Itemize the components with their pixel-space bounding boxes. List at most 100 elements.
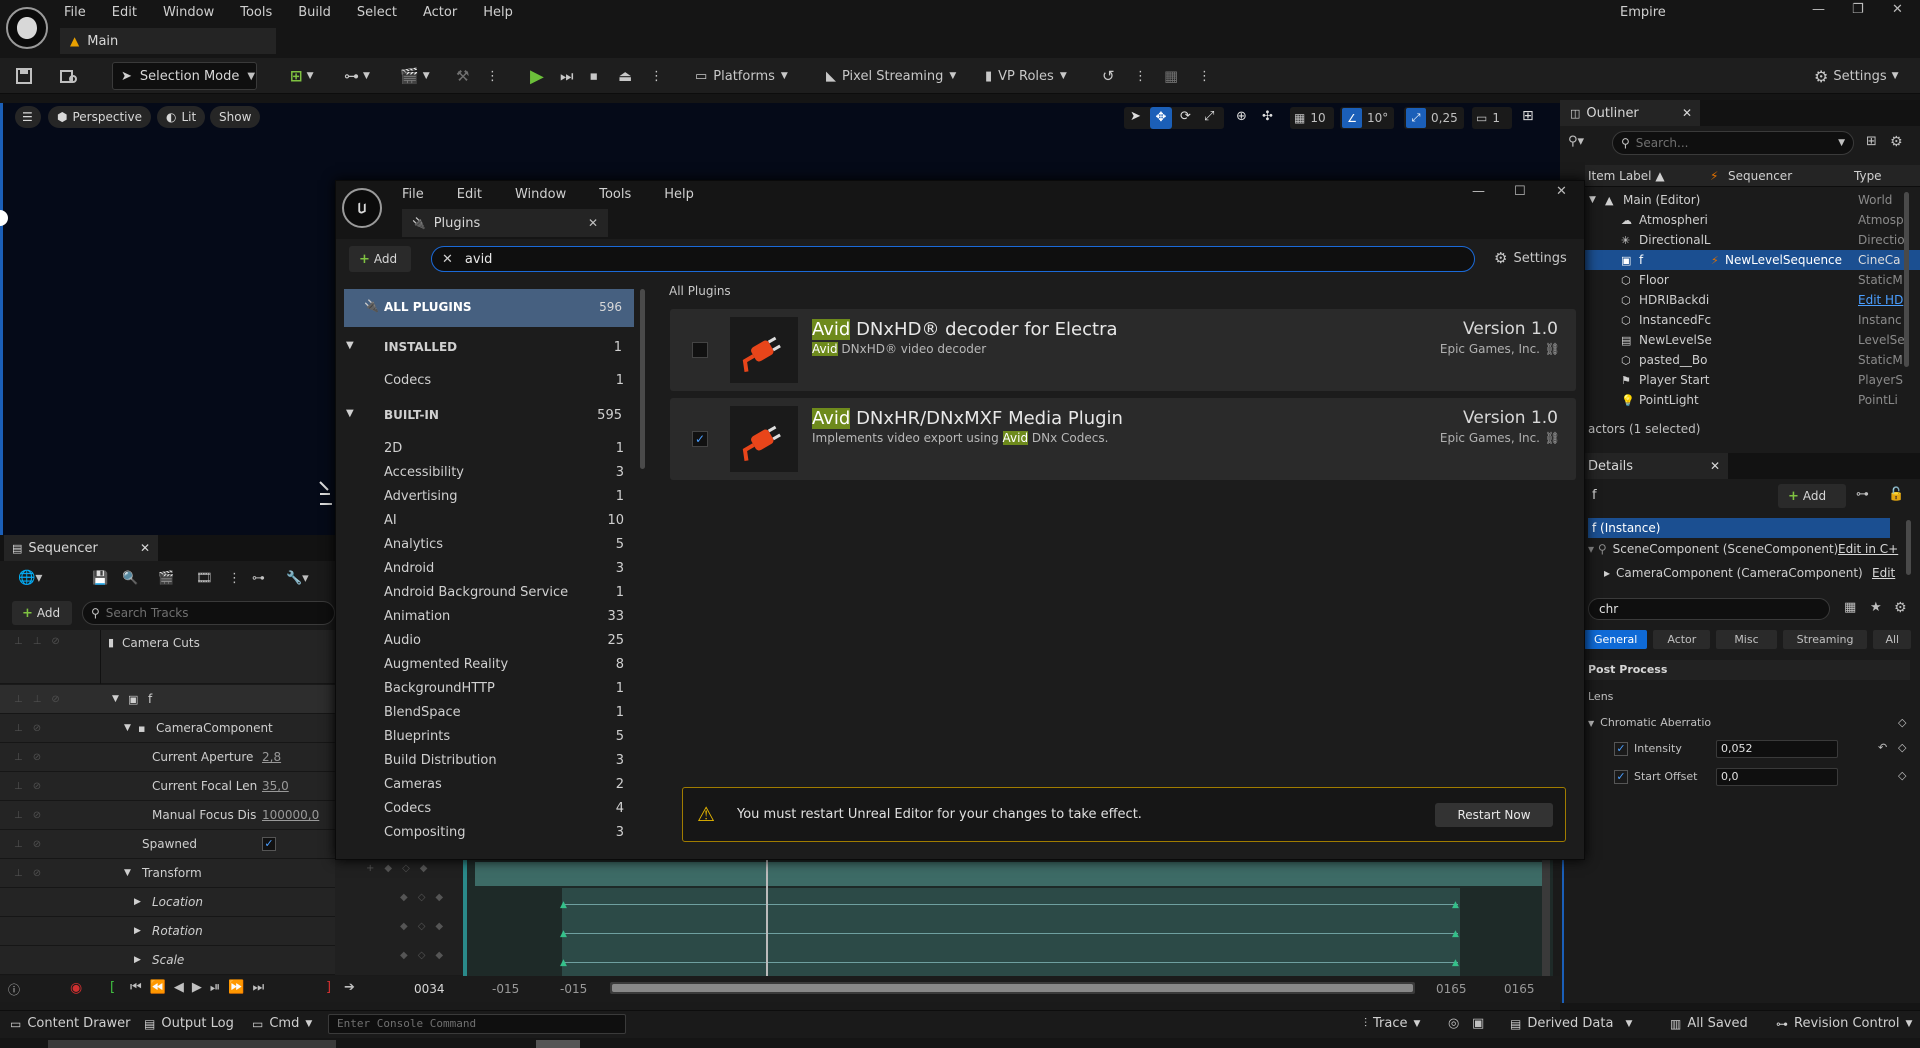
outliner-row[interactable]: ▤ NewLevelSe LevelSe	[1585, 330, 1920, 350]
category-item[interactable]: Blueprints 5	[384, 729, 624, 751]
timeline-range-thumb[interactable]	[612, 984, 1413, 992]
world-icon[interactable]: 🌐▾	[18, 570, 42, 586]
category-item[interactable]: Animation 33	[384, 609, 624, 631]
reset-icon[interactable]: ↶	[1878, 741, 1887, 754]
track-camera-cuts[interactable]: ⊥⊥⊘ ▮ Camera Cuts	[0, 630, 335, 684]
close-window-icon[interactable]: ✕	[1892, 2, 1903, 17]
track-transform[interactable]: ⊥⊘ ▼ Transform	[0, 859, 335, 888]
keyframe-marker[interactable]: ▲	[1452, 900, 1459, 910]
keyframe-marker[interactable]: ▲	[560, 900, 567, 910]
filter-icon[interactable]: ⚲▾	[1568, 134, 1584, 149]
plugins-search-input[interactable]: ✕ avid	[431, 246, 1475, 272]
horizontal-scrollbar-thumb[interactable]	[536, 1040, 580, 1048]
more-options-icon[interactable]: ⋮	[228, 571, 241, 586]
grid-snap-button[interactable]: ▦ 10	[1290, 107, 1334, 129]
outliner-row[interactable]: ▼ ▲ Main (Editor) World	[1585, 190, 1920, 210]
horizontal-scrollbar[interactable]	[48, 1040, 336, 1048]
playback-range-end[interactable]: 0165	[1436, 982, 1467, 996]
lens-subsection[interactable]: Lens	[1588, 690, 1613, 703]
category-installed[interactable]: ▼ INSTALLED 1	[344, 340, 622, 362]
category-item[interactable]: Build Distribution 3	[384, 753, 624, 775]
outliner-row[interactable]: ⬡ Floor StaticM	[1585, 270, 1920, 290]
link-icon[interactable]: ⛓	[1545, 342, 1560, 356]
cmd-dropdown[interactable]: ▭ Cmd ▼	[252, 1016, 312, 1031]
outliner-row[interactable]: 💡 PointLight PointLi	[1585, 390, 1920, 410]
post-process-section[interactable]: Post Process	[1584, 660, 1910, 680]
more-options-icon[interactable]: ⋮	[1134, 63, 1147, 89]
keyframe-marker[interactable]: ▲	[560, 958, 567, 968]
playback-controls[interactable]: ⏮⏪◀▶⏯⏩⏭	[130, 980, 272, 995]
tab-all[interactable]: All	[1873, 629, 1912, 649]
record-icon[interactable]: ◉	[70, 980, 82, 996]
category-item[interactable]: Audio 25	[384, 633, 624, 655]
category-item[interactable]: Android Background Service 1	[384, 585, 624, 607]
settings-button[interactable]: ⚙ Settings ▼	[1814, 63, 1899, 89]
menu-window[interactable]: Window	[163, 5, 214, 20]
tab-details[interactable]: Details ✕	[1578, 453, 1728, 479]
plugin-card-dnxhr[interactable]: ✓ Avid DNxHR/DNxMXF Media Plugin Impleme…	[670, 398, 1576, 480]
star-icon[interactable]: ★	[1870, 600, 1882, 615]
details-search-input[interactable]: chr	[1588, 598, 1830, 620]
track-current-aperture[interactable]: ⊥⊘ Current Aperture 2,8	[0, 743, 335, 772]
tab-general[interactable]: General	[1584, 629, 1648, 649]
close-window-icon[interactable]: ✕	[1556, 184, 1567, 199]
category-item[interactable]: BackgroundHTTP 1	[384, 681, 624, 703]
track-rotation[interactable]: ▶ Rotation	[0, 917, 335, 946]
track-camera-component[interactable]: ⊥⊘ ▼ ▪ CameraComponent	[0, 714, 335, 743]
outliner-row[interactable]: ⬡ HDRIBackdi Edit HD	[1585, 290, 1920, 310]
plugin-enable-checkbox[interactable]	[692, 342, 708, 358]
render-movie-icon[interactable]: 🎬	[158, 571, 174, 586]
close-icon[interactable]: ✕	[588, 216, 598, 230]
save-icon[interactable]: 💾	[92, 571, 108, 586]
tab-main[interactable]: ▲ Main	[60, 28, 276, 54]
plugins-settings-button[interactable]: ⚙ Settings	[1494, 249, 1567, 267]
intensity-input[interactable]: 0,052	[1716, 740, 1838, 758]
start-offset-input[interactable]: 0,0	[1716, 768, 1838, 786]
sidebar-scrollbar[interactable]	[640, 289, 645, 469]
translate-tool-icon[interactable]: ✥	[1150, 107, 1172, 129]
category-item[interactable]: Analytics 5	[384, 537, 624, 559]
category-item[interactable]: Codecs 1	[384, 373, 624, 395]
angle-snap-button[interactable]: ∠ 10°	[1340, 107, 1394, 129]
outliner-row[interactable]: ✳ DirectionalL Directio	[1585, 230, 1920, 250]
category-all-plugins[interactable]: 🔌 ALL PLUGINS 596	[344, 289, 634, 327]
plugin-enable-checkbox-checked[interactable]: ✓	[692, 431, 708, 447]
add-folder-icon[interactable]: ⊞	[1866, 134, 1877, 149]
select-tool-icon[interactable]: ➤	[1130, 109, 1141, 124]
start-offset-checkbox[interactable]: ✓	[1614, 770, 1628, 784]
outliner-row[interactable]: ⬡ pasted__Bo StaticM	[1585, 350, 1920, 370]
find-icon[interactable]: 🔍	[122, 571, 138, 586]
menu-edit[interactable]: Edit	[112, 5, 137, 20]
plugins-menu-file[interactable]: File	[402, 187, 424, 202]
modes-icon[interactable]: ⚒	[456, 63, 469, 89]
camera-component-row[interactable]: ▸ CameraComponent (CameraComponent)	[1604, 566, 1863, 580]
plugins-menu-window[interactable]: Window	[515, 187, 566, 202]
category-item[interactable]: Advertising 1	[384, 489, 624, 511]
track-manual-focus[interactable]: ⊥⊘ Manual Focus Dis 100000,0	[0, 801, 335, 830]
property-matrix-icon[interactable]: ▦	[1844, 600, 1856, 615]
scale-snap-button[interactable]: ⤢ 0,25	[1404, 107, 1464, 129]
pixel-streaming-button[interactable]: ◣ Pixel Streaming ▼	[826, 63, 956, 89]
link-icon[interactable]: ⛓	[1545, 431, 1560, 445]
record-trace-icon[interactable]: ◎	[1448, 1016, 1459, 1031]
keyframe-nav-icons[interactable]: +◆◇◆	[366, 863, 437, 874]
focal-length-value[interactable]: 35,0	[262, 779, 289, 793]
output-log-button[interactable]: ▤ Output Log	[144, 1016, 234, 1031]
tab-streaming[interactable]: Streaming	[1782, 629, 1868, 649]
camera-speed-button[interactable]: ▭ 1	[1472, 107, 1512, 129]
tab-sequencer[interactable]: ▤ Sequencer ✕	[4, 535, 158, 561]
view-range-start[interactable]: -015	[492, 982, 519, 996]
category-item[interactable]: Compositing 3	[384, 825, 624, 847]
plugins-menu-tools[interactable]: Tools	[599, 187, 631, 202]
wrench-icon[interactable]: 🔧▾	[286, 571, 309, 586]
intensity-checkbox[interactable]: ✓	[1614, 742, 1628, 756]
aperture-value[interactable]: 2,8	[262, 750, 281, 764]
outliner-row[interactable]: ⚑ Player Start PlayerS	[1585, 370, 1920, 390]
transform-section-bar[interactable]	[475, 862, 1543, 886]
keyframe-diamond-icon[interactable]: ◇	[1898, 769, 1906, 782]
category-item[interactable]: AI 10	[384, 513, 624, 535]
screenshot-icon[interactable]: ▣	[1472, 1016, 1484, 1031]
keyframe-marker[interactable]: ▲	[560, 929, 567, 939]
clapper-icon[interactable]: 🎞	[196, 571, 213, 586]
unreal-logo-icon[interactable]	[6, 7, 48, 49]
